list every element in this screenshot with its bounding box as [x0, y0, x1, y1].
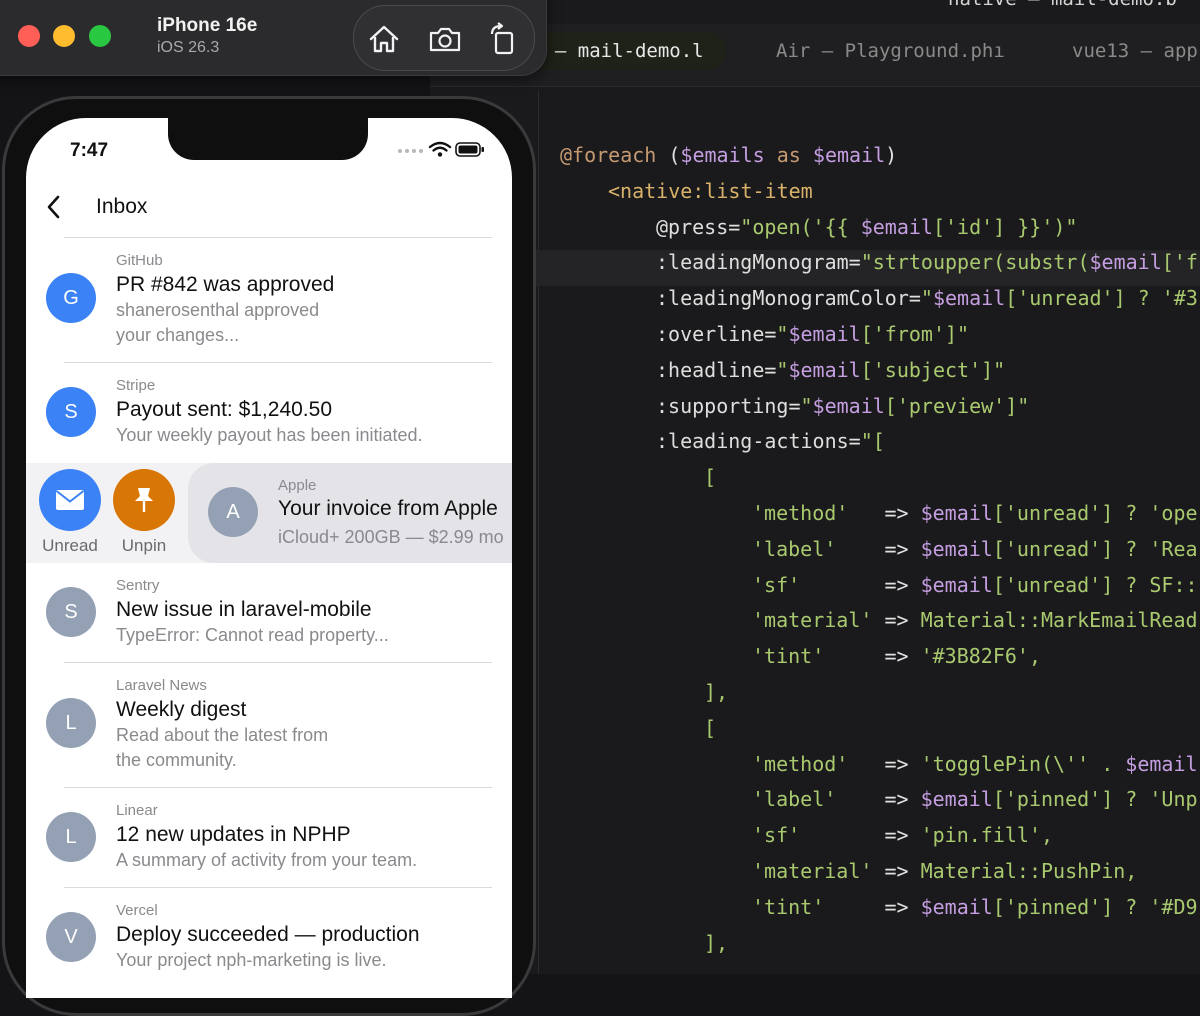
- code-line: <native:list-item: [608, 178, 813, 203]
- device-name: iPhone 16e: [157, 15, 258, 36]
- list-item[interactable]: G GitHub PR #842 was approved shanerosen…: [26, 238, 512, 362]
- email-subject: Payout sent: $1,240.50: [116, 398, 332, 421]
- code-line: :leadingMonogramColor="$email['unread'] …: [656, 286, 1198, 311]
- action-label: Unread: [42, 536, 98, 555]
- tab-vue13[interactable]: vue13 — app.: [1072, 40, 1200, 62]
- code-line: [: [704, 715, 717, 740]
- code-line: :overline="$email['from']": [656, 321, 970, 346]
- window-title: native — mail-demo.b: [948, 0, 1177, 10]
- code-line: ],: [704, 930, 729, 955]
- home-icon[interactable]: [367, 22, 401, 56]
- action-circle: [39, 469, 101, 531]
- email-preview: iCloud+ 200GB — $2.99 mo: [278, 527, 504, 547]
- email-subject: Your invoice from Apple: [278, 497, 498, 520]
- code-line: :leadingMonogram="strtoupper(substr($ema…: [430, 250, 1200, 287]
- email-sender: Sentry: [116, 577, 160, 594]
- code-line: 'label' => $email['pinned'] ? 'Unp: [752, 787, 1198, 812]
- rotate-icon[interactable]: [486, 22, 520, 56]
- os-version: iOS 26.3: [157, 39, 220, 56]
- code-line: :supporting="$email['preview']": [656, 393, 1030, 418]
- code-line: 'sf' => $email['unread'] ? SF::: [752, 572, 1198, 597]
- status-icons: [398, 141, 484, 157]
- email-sender: Stripe: [116, 377, 156, 394]
- swiped-list-item[interactable]: A Apple Your invoice from Apple iCloud+ …: [188, 463, 512, 563]
- avatar: G: [46, 273, 96, 323]
- battery-icon: [455, 142, 484, 157]
- code-line: @press="open('{{ $email['id'] }}')": [656, 214, 1078, 239]
- simulator-tool-group: [353, 5, 535, 71]
- avatar: L: [46, 698, 96, 748]
- action-label: Unpin: [121, 536, 167, 555]
- code-line: 'method' => 'togglePin(\'' . $email: [752, 751, 1198, 776]
- phone-screen[interactable]: 7:47 Inbox G GitHub PR #842 was approved…: [26, 118, 512, 998]
- email-subject: Weekly digest: [116, 698, 247, 721]
- envelope-icon: [55, 490, 85, 510]
- zoom-window-button[interactable]: [89, 25, 111, 47]
- signal-icon: [398, 149, 423, 153]
- page-title: Inbox: [96, 195, 148, 218]
- minimize-window-button[interactable]: [53, 25, 75, 47]
- code-line: 'material' => Material::MarkEmailRead: [752, 608, 1198, 633]
- email-preview: shanerosenthal approved your changes...: [116, 300, 320, 345]
- code-line: ],: [704, 679, 729, 704]
- code-line: 'label' => $email['unread'] ? 'Rea: [752, 536, 1198, 561]
- email-preview: Your project nph-marketing is live.: [116, 950, 387, 970]
- email-sender: Linear: [116, 802, 158, 819]
- back-chevron-icon[interactable]: [44, 194, 64, 220]
- swipe-actions-row[interactable]: Unread Unpin A Apple Your invoice from A…: [26, 463, 512, 563]
- list-item[interactable]: S Stripe Payout sent: $1,240.50 Your wee…: [26, 363, 512, 463]
- tab-playground[interactable]: Air — Playground.phı: [776, 40, 1005, 62]
- email-subject: Deploy succeeded — production: [116, 923, 420, 946]
- code-line: :leading-actions="[: [656, 429, 885, 454]
- simulator-toolbar: iPhone 16e iOS 26.3: [0, 0, 547, 76]
- email-subject: 12 new updates in NPHP: [116, 823, 351, 846]
- code-line: @foreach ($emails as $email): [560, 143, 898, 167]
- code-line: :headline="$email['subject']": [656, 357, 1006, 382]
- close-window-button[interactable]: [18, 25, 40, 47]
- email-sender: Laravel News: [116, 677, 207, 694]
- email-preview: Read about the latest from the community…: [116, 725, 329, 770]
- avatar: S: [46, 587, 96, 637]
- list-item[interactable]: L Linear 12 new updates in NPHP A summar…: [26, 788, 512, 888]
- list-item[interactable]: V Vercel Deploy succeeded — production Y…: [26, 888, 512, 998]
- code-area[interactable]: @foreach ($emails as $email) <native:lis…: [430, 143, 1200, 966]
- code-line: 'sf' => 'pin.fill',: [752, 823, 1054, 848]
- email-preview: A summary of activity from your team.: [116, 850, 418, 870]
- email-subject: PR #842 was approved: [116, 273, 335, 296]
- code-line: 'material' => Material::PushPin,: [752, 858, 1138, 883]
- list-item[interactable]: L Laravel News Weekly digest Read about …: [26, 663, 512, 787]
- pin-icon: [135, 488, 153, 512]
- camera-icon[interactable]: [428, 22, 462, 56]
- unpin-action-button[interactable]: Unpin: [112, 469, 176, 556]
- code-line: 'tint' => '#3B82F6',: [752, 644, 1042, 669]
- avatar: A: [208, 487, 258, 537]
- navigation-bar: Inbox: [26, 178, 512, 236]
- action-circle: [113, 469, 175, 531]
- code-line: 'method' => $email['unread'] ? 'ope: [752, 500, 1198, 525]
- code-line: 'tint' => $email['pinned'] ? '#D9: [752, 894, 1198, 919]
- email-preview: TypeError: Cannot read property...: [116, 625, 389, 645]
- email-subject: New issue in laravel-mobile: [116, 598, 372, 621]
- avatar: S: [46, 387, 96, 437]
- email-sender: Apple: [278, 477, 317, 494]
- code-line: [: [704, 465, 717, 490]
- dynamic-notch: [168, 118, 368, 160]
- avatar: V: [46, 912, 96, 962]
- email-preview: Your weekly payout has been initiated.: [116, 425, 423, 445]
- email-sender: Vercel: [116, 902, 158, 919]
- avatar: L: [46, 812, 96, 862]
- unread-action-button[interactable]: Unread: [38, 469, 102, 556]
- wifi-icon: [428, 141, 452, 152]
- list-item[interactable]: S Sentry New issue in laravel-mobile Typ…: [26, 563, 512, 663]
- email-sender: GitHub: [116, 252, 163, 269]
- status-time: 7:47: [70, 140, 109, 161]
- code-editor[interactable]: e — mail-demo.l Air — Playground.phı vue…: [430, 0, 1200, 974]
